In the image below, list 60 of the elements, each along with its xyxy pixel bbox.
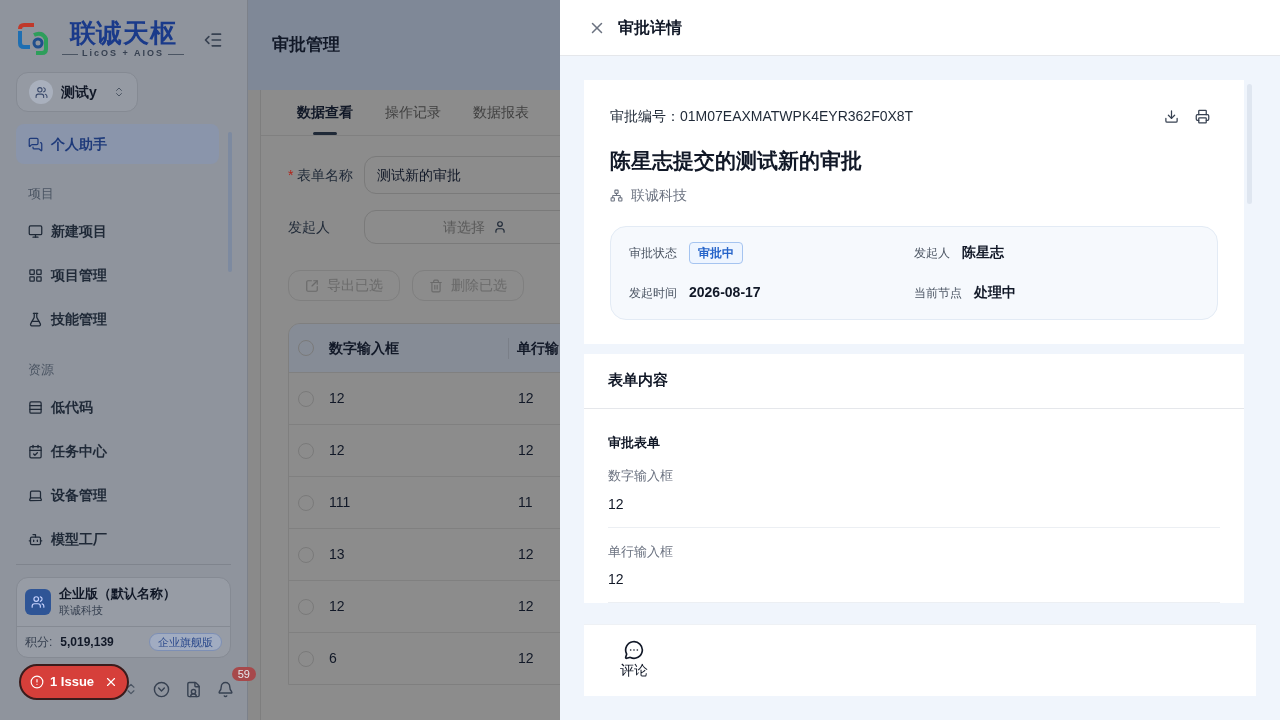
table-cell-text: 12 — [518, 441, 534, 460]
info-label: 发起人 — [914, 244, 950, 262]
nav-item[interactable]: 个人助手 — [16, 124, 219, 164]
logo-tagline: LicOS + AIOS — [82, 47, 164, 61]
table-cell-text: 111 — [329, 493, 352, 512]
field-label: 单行输入框 — [608, 542, 674, 561]
nav-item[interactable]: 模型工厂 — [16, 519, 219, 559]
field-label: 发起人 — [288, 217, 331, 237]
table-cell-text: 12 — [329, 441, 346, 460]
tab[interactable]: 数据报表 — [473, 102, 529, 135]
field-value: 12 — [608, 494, 625, 514]
table-cell-text: 12 — [329, 389, 346, 408]
page-title: 审批管理 — [272, 34, 340, 57]
table-cell-text: 12 — [518, 389, 534, 408]
organization-name: 联诚科技 — [631, 185, 687, 205]
issue-badge[interactable]: 1 Issue — [19, 664, 130, 700]
nav-item[interactable]: 设备管理 — [16, 475, 219, 515]
column-header: 单行输 — [508, 337, 559, 359]
column-header: 数字输入框 — [329, 338, 400, 358]
enterprise-company: 联诚科技 — [59, 602, 104, 618]
approval-heading: 陈星志提交的测试新的审批 — [610, 148, 863, 174]
info-value: 2026-08-17 — [689, 283, 761, 302]
tab[interactable]: 数据查看 — [297, 102, 353, 135]
info-label: 当前节点 — [914, 284, 962, 302]
form-title: 审批表单 — [608, 433, 661, 452]
drawer-title: 审批详情 — [618, 17, 682, 38]
logo-title: 联诚天枢 — [69, 19, 177, 48]
info-value: 处理中 — [974, 283, 1016, 302]
points-value: 5,019,139 — [60, 634, 114, 651]
table-cell-text: 6 — [329, 649, 338, 668]
comment-button[interactable]: 评论 — [620, 640, 648, 681]
tab[interactable]: 操作记录 — [385, 102, 441, 135]
nav-item[interactable]: 项目管理 — [16, 255, 219, 296]
enterprise-name: 企业版（默认名称） — [59, 585, 176, 602]
nav-group-label: 项目 — [27, 185, 55, 203]
nav-item[interactable]: 任务中心 — [16, 431, 219, 471]
field-label: 数字输入框 — [608, 467, 674, 485]
plan-tag: 企业旗舰版 — [149, 632, 222, 652]
info-label: 发起时间 — [629, 284, 677, 302]
table-cell-text: 11 — [518, 493, 533, 512]
table-cell-text: 12 — [329, 597, 346, 616]
required-mark: * — [288, 165, 294, 185]
table-cell-text: 13 — [329, 545, 346, 564]
status-tag: 审批中 — [689, 241, 743, 264]
notification-count: 59 — [231, 666, 256, 681]
nav-group-label: 资源 — [27, 360, 55, 379]
info-label: 审批状态 — [629, 244, 677, 262]
table-cell-text: 12 — [518, 597, 534, 616]
table-cell-text: 12 — [518, 545, 534, 564]
table-cell-text: 12 — [518, 649, 534, 668]
field-label: 表单名称 — [297, 165, 354, 185]
workspace-selector[interactable]: 测试y — [16, 72, 138, 112]
info-value: 陈星志 — [962, 243, 1004, 262]
nav-item[interactable]: 技能管理 — [16, 299, 219, 340]
nav-item[interactable]: 低代码 — [16, 387, 219, 427]
field-value: 12 — [608, 570, 625, 589]
nav-item[interactable]: 新建项目 — [16, 211, 219, 252]
approval-number: 审批编号：01M07EAXMATWPK4EYR362F0X8T — [610, 107, 914, 126]
points-label: 积分: — [25, 634, 53, 651]
section-title: 表单内容 — [608, 370, 668, 391]
